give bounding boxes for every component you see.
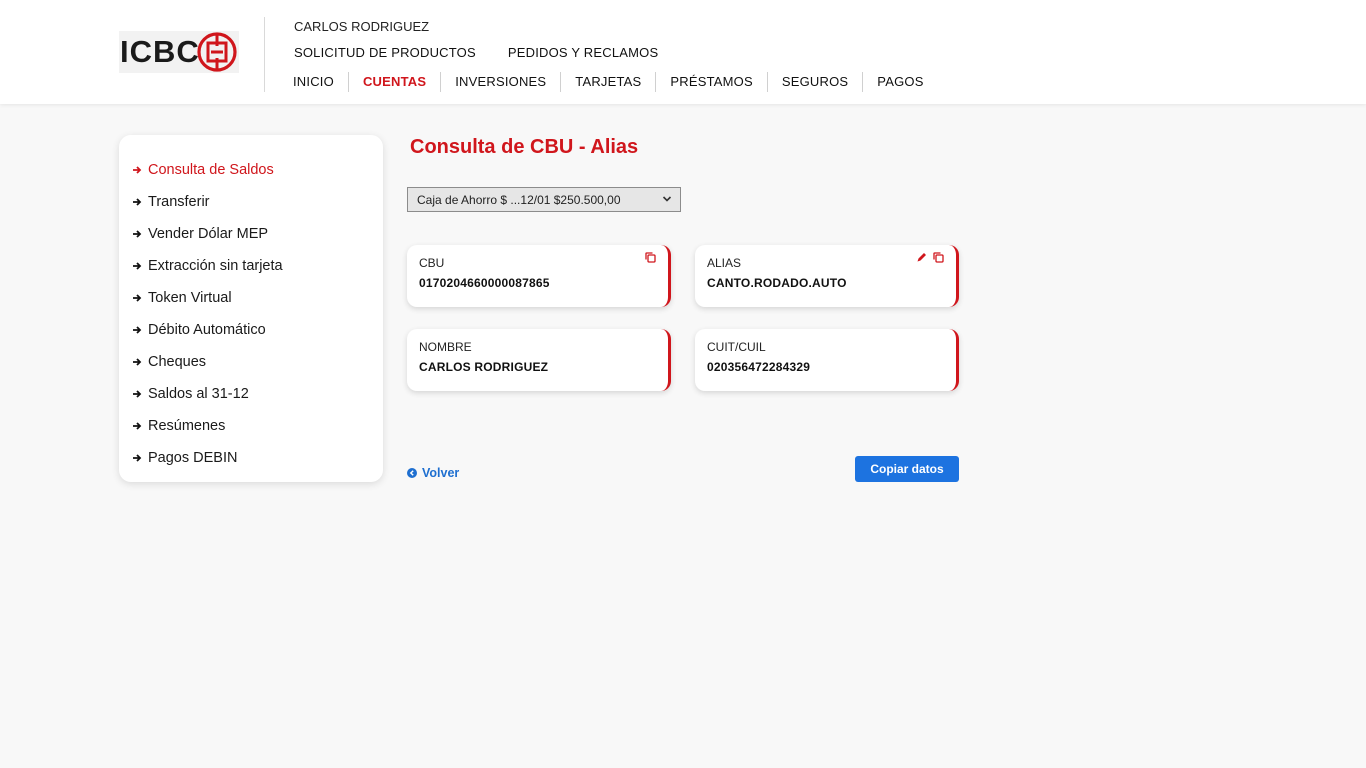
nav-tarjetas[interactable]: TARJETAS [561, 72, 657, 92]
account-select[interactable]: Caja de Ahorro $ ...12/01 $250.500,00 [407, 187, 681, 212]
sidebar-item-token-virtual[interactable]: Token Virtual [119, 282, 383, 314]
nav-inversiones[interactable]: INVERSIONES [441, 72, 562, 92]
link-solicitud-productos[interactable]: SOLICITUD DE PRODUCTOS [294, 45, 476, 60]
arrow-right-icon [133, 390, 142, 398]
arrow-right-icon [133, 230, 142, 238]
sidebar-item-transferir[interactable]: Transferir [119, 186, 383, 218]
pencil-icon[interactable] [916, 252, 927, 263]
sidebar-item-resumenes[interactable]: Resúmenes [119, 410, 383, 442]
arrow-right-icon [133, 422, 142, 430]
nav-inicio[interactable]: INICIO [293, 72, 349, 92]
cuit-value: 020356472284329 [707, 360, 811, 374]
sidebar-item-label: Transferir [148, 194, 210, 210]
copy-data-button[interactable]: Copiar datos [855, 456, 959, 482]
nombre-value: CARLOS RODRIGUEZ [419, 360, 549, 374]
back-link-label: Volver [422, 466, 460, 480]
nav-seguros[interactable]: SEGUROS [768, 72, 864, 92]
nav-pagos[interactable]: PAGOS [863, 72, 937, 92]
cbu-card: CBU 0170204660000087865 [407, 245, 671, 307]
arrow-left-circle-icon [407, 468, 417, 478]
sidebar-item-vender-dolar-mep[interactable]: Vender Dólar MEP [119, 218, 383, 250]
arrow-right-icon [133, 166, 142, 174]
cuit-label: CUIT/CUIL [707, 340, 766, 354]
sidebar-item-saldos-31-12[interactable]: Saldos al 31-12 [119, 378, 383, 410]
sidebar-item-label: Cheques [148, 354, 207, 370]
nav-cuentas[interactable]: CUENTAS [349, 72, 442, 92]
accounts-sidebar: Consulta de Saldos Transferir Vender Dól… [119, 135, 383, 482]
copy-icon[interactable] [645, 252, 656, 263]
arrow-right-icon [133, 358, 142, 366]
logo-text: ICBC [120, 34, 200, 69]
link-pedidos-reclamos[interactable]: PEDIDOS Y RECLAMOS [508, 45, 659, 60]
sidebar-item-label: Vender Dólar MEP [148, 226, 269, 242]
user-name: CARLOS RODRIGUEZ [294, 19, 430, 34]
arrow-right-icon [133, 454, 142, 462]
cbu-label: CBU [419, 256, 445, 270]
sidebar-item-label: Token Virtual [148, 290, 232, 306]
nombre-label: NOMBRE [419, 340, 472, 354]
arrow-right-icon [133, 262, 142, 270]
sidebar-item-label: Consulta de Saldos [148, 162, 274, 178]
header-divider [264, 17, 265, 92]
copy-icon[interactable] [933, 252, 944, 263]
main-nav: INICIO CUENTAS INVERSIONES TARJETAS PRÉS… [293, 72, 938, 92]
page-title: Consulta de CBU - Alias [410, 136, 639, 158]
sidebar-item-label: Débito Automático [148, 322, 266, 338]
cuit-card: CUIT/CUIL 020356472284329 [695, 329, 959, 391]
arrow-right-icon [133, 294, 142, 302]
sidebar-item-cheques[interactable]: Cheques [119, 346, 383, 378]
icbc-seal-icon [197, 32, 237, 72]
sidebar-item-label: Pagos DEBIN [148, 450, 238, 466]
sidebar-item-consulta-saldos[interactable]: Consulta de Saldos [119, 154, 383, 186]
site-header: ICBC CARLOS RODRIGUEZ SOLICITUD DE PRODU… [0, 0, 1366, 104]
arrow-right-icon [133, 326, 142, 334]
sidebar-item-label: Resúmenes [148, 418, 226, 434]
top-links: SOLICITUD DE PRODUCTOS PEDIDOS Y RECLAMO… [294, 45, 658, 60]
chevron-down-icon [662, 196, 672, 202]
sidebar-item-pagos-debin[interactable]: Pagos DEBIN [119, 442, 383, 474]
back-link[interactable]: Volver [407, 466, 459, 480]
alias-card: ALIAS CANTO.RODADO.AUTO [695, 245, 959, 307]
alias-label: ALIAS [707, 256, 742, 270]
sidebar-item-debito-automatico[interactable]: Débito Automático [119, 314, 383, 346]
arrow-right-icon [133, 198, 142, 206]
sidebar-item-label: Saldos al 31-12 [148, 386, 249, 402]
nav-prestamos[interactable]: PRÉSTAMOS [656, 72, 768, 92]
alias-value: CANTO.RODADO.AUTO [707, 276, 847, 290]
sidebar-item-label: Extracción sin tarjeta [148, 258, 283, 274]
sidebar-item-extraccion-sin-tarjeta[interactable]: Extracción sin tarjeta [119, 250, 383, 282]
icbc-logo[interactable]: ICBC [119, 31, 239, 73]
cbu-value: 0170204660000087865 [419, 276, 550, 290]
nombre-card: NOMBRE CARLOS RODRIGUEZ [407, 329, 671, 391]
account-select-value: Caja de Ahorro $ ...12/01 $250.500,00 [417, 192, 621, 207]
